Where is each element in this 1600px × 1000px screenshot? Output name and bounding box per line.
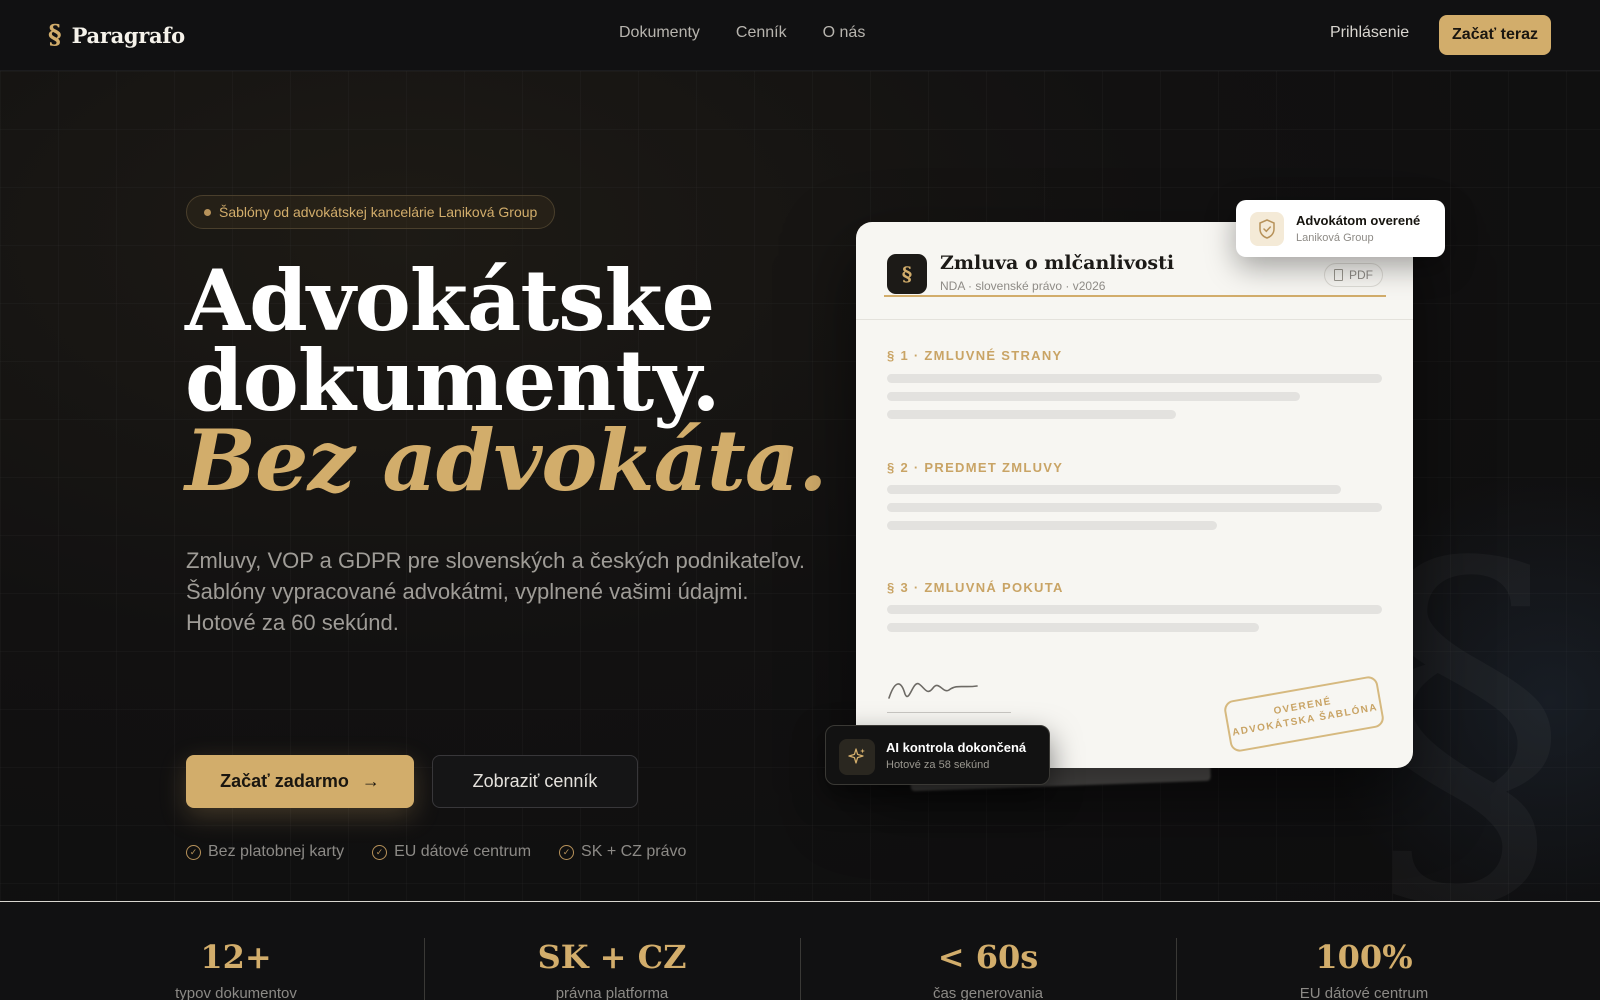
check-label: EU dátové centrum [394, 843, 532, 860]
stat-label: čas generovania [932, 985, 1044, 1000]
sparkle-icon [839, 739, 875, 775]
check-circle-icon: ✓ [186, 844, 201, 860]
text-placeholder-line [887, 605, 1382, 614]
section-title-2: § 2 · PREDMET ZMLUVY [887, 460, 1064, 475]
stat-item: 12+ typov dokumentov [48, 902, 424, 1000]
document-subtitle: NDA · slovenské právo · v2026 [940, 279, 1106, 293]
check-circle-icon: ✓ [372, 844, 388, 860]
text-placeholder-line [887, 623, 1259, 632]
stat-value: SK + CZ [537, 938, 687, 976]
ai-check-subtitle: Hotové za 58 sekúnd [886, 759, 990, 771]
hero-headline: Advokátske dokumenty. Bez advokáta. [185, 251, 827, 510]
start-free-label: Začať zadarmo [220, 771, 349, 791]
hero-lead: Zmluvy, VOP a GDPR pre slovenských a čes… [186, 548, 805, 635]
stat-item: < 60s čas generovania [800, 902, 1176, 1000]
paragraph-icon: § [887, 254, 927, 294]
document-preview: § Zmluva o mlčanlivosti NDA · slovenské … [856, 222, 1413, 768]
text-placeholder-line [887, 392, 1300, 401]
shield-check-icon [1250, 212, 1284, 246]
verified-title: Advokátom overené [1296, 213, 1421, 228]
start-now-button[interactable]: Začať teraz [1439, 15, 1551, 55]
check-label: SK + CZ právo [581, 843, 687, 860]
paragraph-logo-icon: § [48, 20, 62, 50]
check-item: ✓ SK + CZ právo [559, 843, 686, 861]
headline-line-3: Bez advokáta. [185, 411, 827, 510]
pdf-badge[interactable]: PDF [1324, 263, 1383, 287]
main-nav: Dokumenty Cenník O nás [619, 24, 865, 42]
stat-value: 12+ [200, 938, 272, 976]
view-pricing-button[interactable]: Zobraziť cenník [432, 755, 638, 808]
stat-label: typov dokumentov [175, 985, 297, 1000]
check-circle-icon: ✓ [559, 844, 575, 860]
check-item: ✓ EU dátové centrum [372, 843, 531, 861]
brand-name: Paragrafo [71, 22, 186, 48]
signature-line [887, 712, 1011, 713]
pdf-label: PDF [1349, 268, 1373, 282]
badge-text: Šablóny od advokátskej kancelárie Laniko… [219, 204, 538, 220]
check-label: Bez platobnej karty [208, 843, 345, 860]
headline-line-2: dokumenty. [185, 331, 721, 430]
stat-item: SK + CZ právna platforma [424, 902, 800, 1000]
start-free-button[interactable]: Začať zadarmo → [186, 755, 414, 808]
document-title: Zmluva o mlčanlivosti [940, 252, 1175, 274]
title-underline [884, 295, 1386, 297]
hero-checks: ✓ Bez platobnej karty ✓ EU dátové centru… [186, 843, 686, 861]
text-placeholder-line [887, 521, 1217, 530]
text-placeholder-line [887, 374, 1382, 383]
stats-bar: 12+ typov dokumentov SK + CZ právna plat… [0, 901, 1600, 1000]
hero-badge: Šablóny od advokátskej kancelárie Laniko… [186, 195, 556, 229]
nav-link-documents[interactable]: Dokumenty [619, 24, 700, 42]
brand-logo[interactable]: § Paragrafo [48, 20, 185, 50]
verified-stamp: OVERENÉ ADVOKÁTSKA ŠABLÓNA [1222, 674, 1386, 754]
check-item: ✓ Bez platobnej karty [186, 843, 344, 861]
section-title-1: § 1 · ZMLUVNÉ STRANY [887, 348, 1063, 363]
stat-value: < 60s [937, 938, 1039, 976]
nav-link-about[interactable]: O nás [823, 24, 866, 42]
badge-dot-icon [204, 209, 211, 216]
verified-card: Advokátom overené Laniková Group [1236, 200, 1445, 257]
stat-value: 100% [1315, 938, 1413, 976]
login-link[interactable]: Prihlásenie [1330, 24, 1409, 42]
text-placeholder-line [887, 485, 1341, 494]
stat-label: právna platforma [555, 985, 669, 1000]
top-navigation: § Paragrafo Dokumenty Cenník O nás Prihl… [0, 0, 1600, 71]
verified-subtitle: Laniková Group [1296, 232, 1374, 244]
headline-line-1: Advokátske [185, 251, 715, 350]
text-placeholder-line [887, 410, 1176, 419]
text-placeholder-line [887, 503, 1382, 512]
stat-label: EU dátové centrum [1299, 985, 1429, 1000]
section-title-3: § 3 · ZMLUVNÁ POKUTA [887, 580, 1064, 595]
ai-check-title: AI kontrola dokončená [886, 740, 1027, 755]
arrow-right-icon: → [361, 771, 380, 791]
file-icon [1334, 269, 1343, 281]
stat-item: 100% EU dátové centrum [1176, 902, 1552, 1000]
nav-link-pricing[interactable]: Cenník [736, 24, 787, 42]
signature-image [888, 682, 978, 699]
ai-check-card: AI kontrola dokončená Hotové za 58 sekún… [825, 725, 1050, 785]
